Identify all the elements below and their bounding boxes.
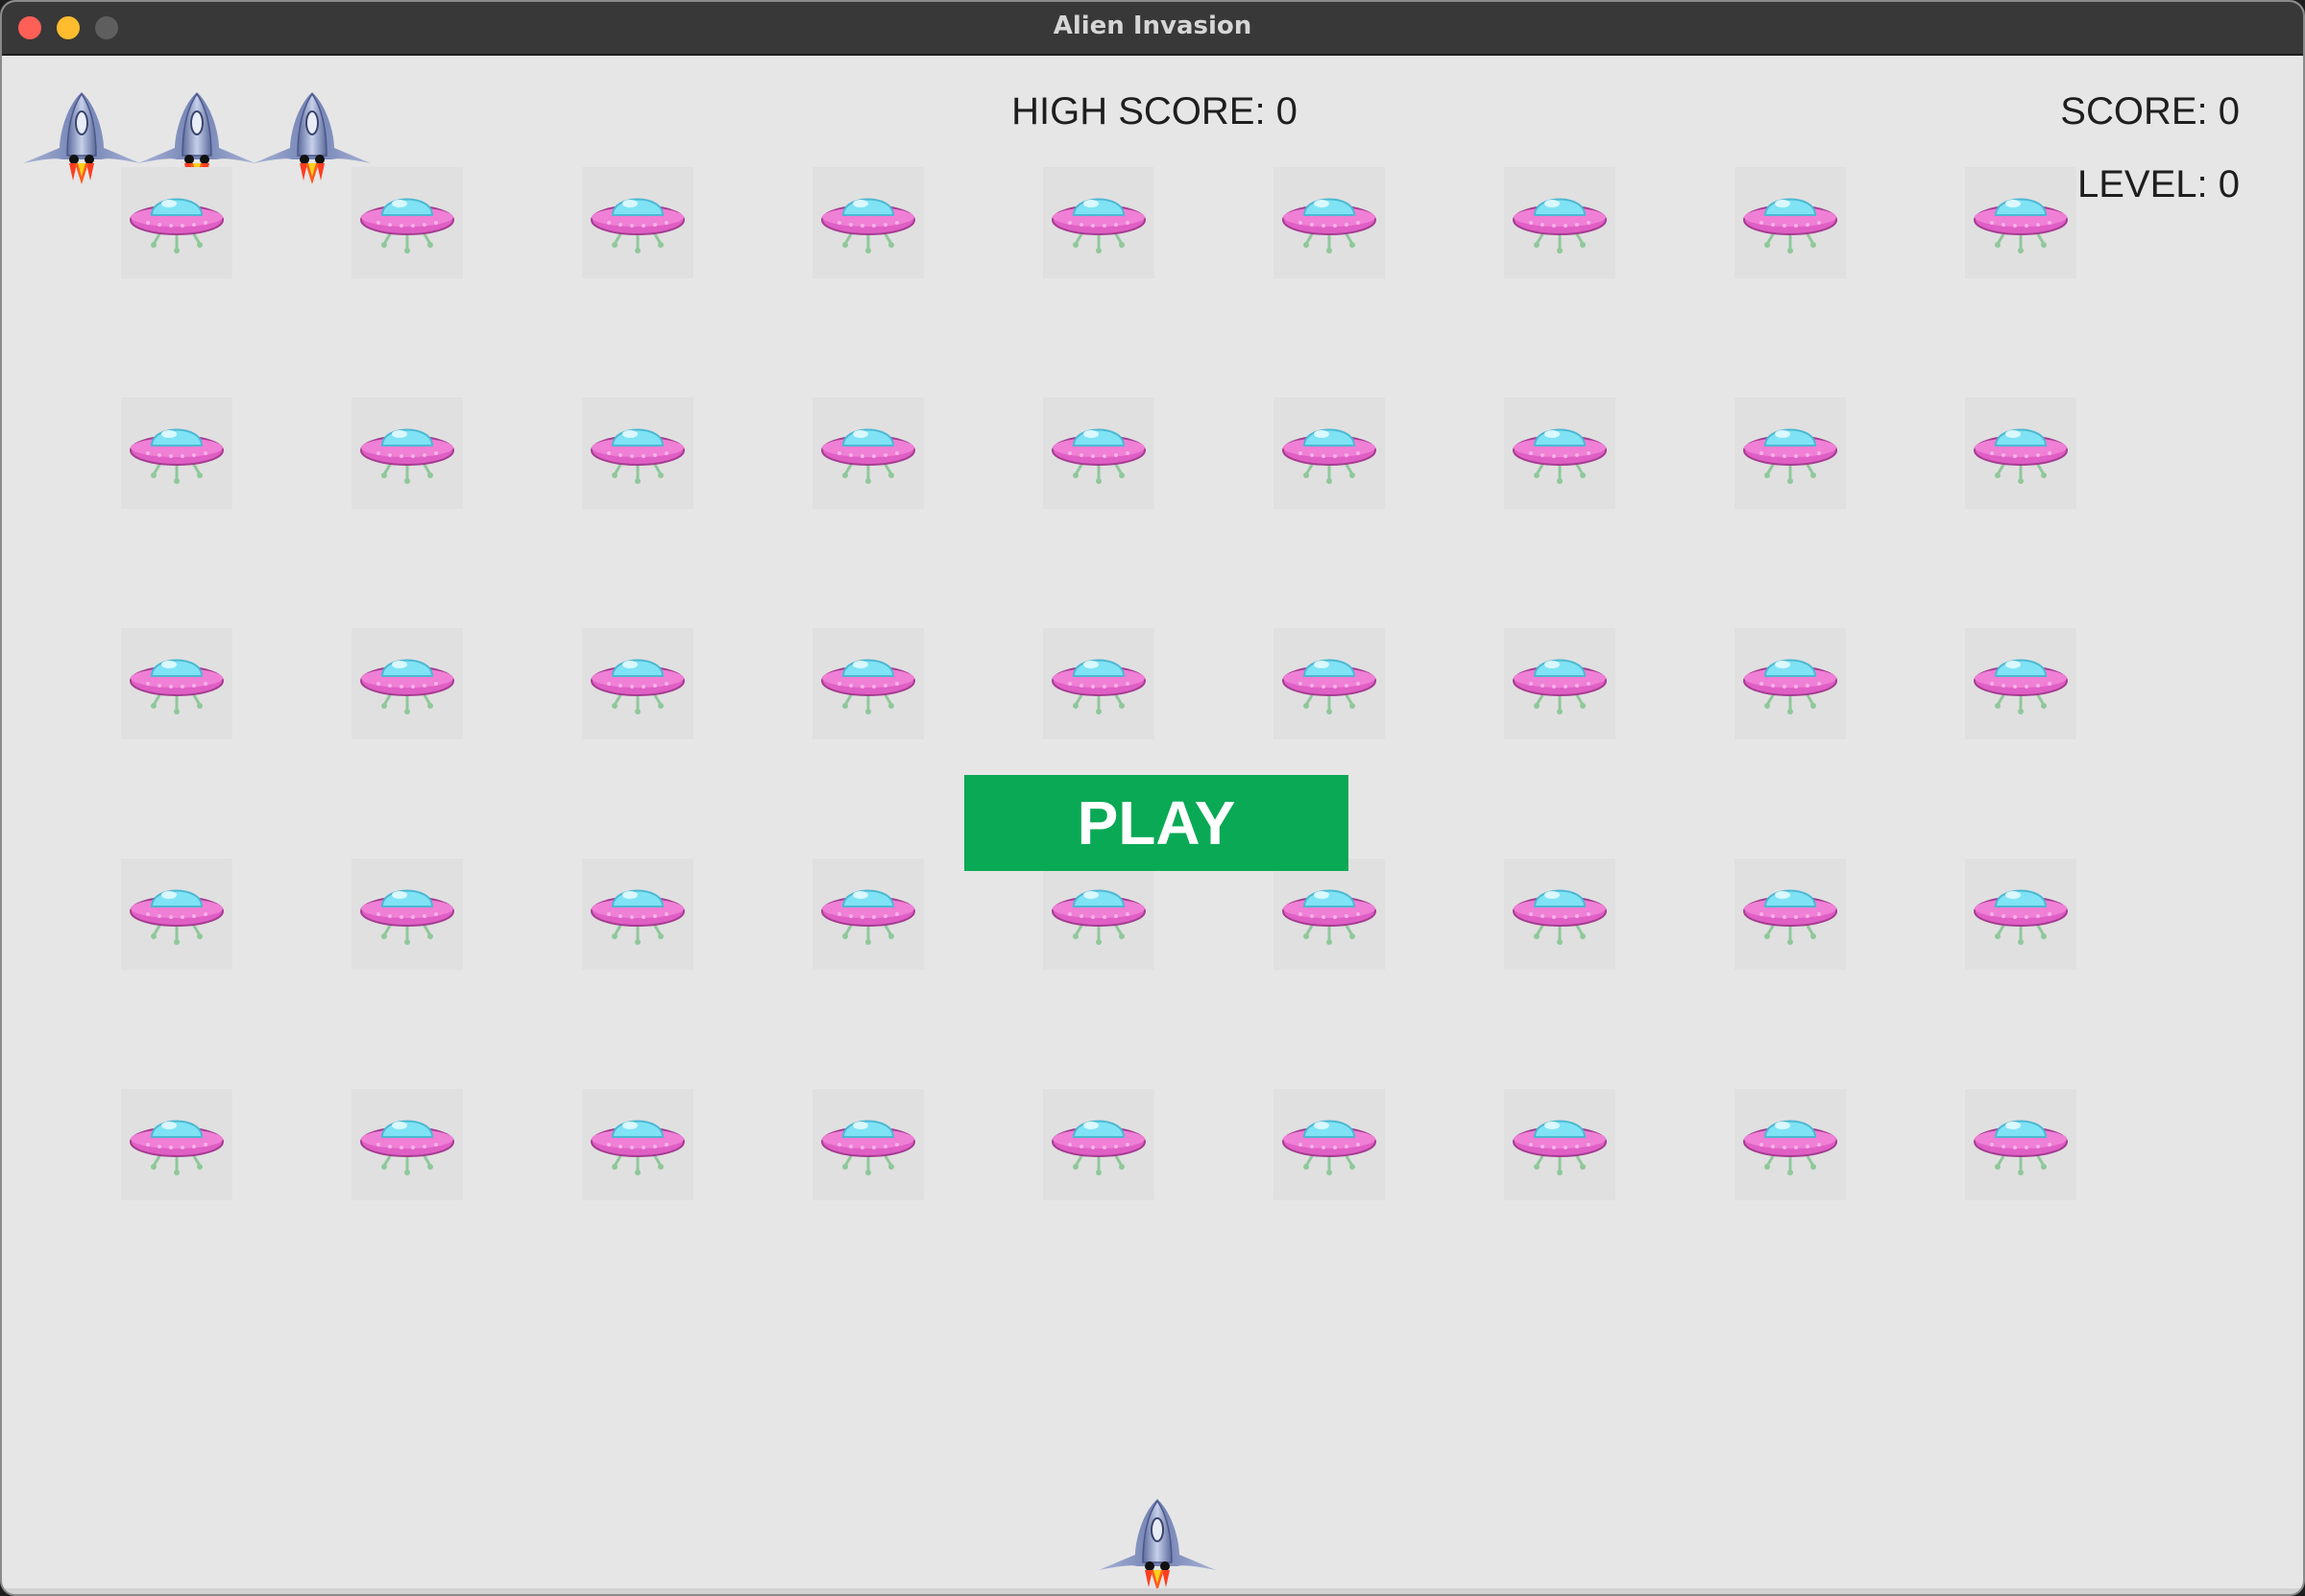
ufo-icon [352, 858, 463, 970]
ufo-icon [1043, 858, 1154, 970]
alien-ufo [813, 1089, 924, 1200]
ufo-icon [582, 628, 693, 739]
alien-ufo [1735, 398, 1846, 509]
ufo-icon [582, 1089, 693, 1200]
ufo-icon [121, 398, 232, 509]
ufo-icon [121, 167, 232, 278]
alien-ufo [1274, 1089, 1385, 1200]
ufo-icon [1043, 398, 1154, 509]
ufo-icon [1735, 167, 1846, 278]
ufo-icon [813, 858, 924, 970]
alien-ufo [1504, 628, 1615, 739]
ufo-icon [1504, 858, 1615, 970]
alien-ufo [352, 167, 463, 278]
ufo-icon [1965, 1089, 2076, 1200]
alien-ufo [813, 628, 924, 739]
ufo-icon [1735, 398, 1846, 509]
ufo-icon [1274, 1089, 1385, 1200]
alien-ufo [1274, 628, 1385, 739]
alien-ufo [1965, 1089, 2076, 1200]
ufo-icon [1735, 858, 1846, 970]
alien-ufo [1504, 1089, 1615, 1200]
alien-ufo [121, 1089, 232, 1200]
alien-ufo [1735, 1089, 1846, 1200]
ufo-icon [1735, 628, 1846, 739]
alien-ufo [1043, 1089, 1154, 1200]
alien-ufo [1274, 167, 1385, 278]
alien-ufo [352, 858, 463, 970]
ufo-icon [582, 858, 693, 970]
alien-ufo [813, 167, 924, 278]
alien-ufo [1735, 628, 1846, 739]
ufo-icon [352, 628, 463, 739]
ufo-icon [1504, 167, 1615, 278]
alien-ufo [121, 628, 232, 739]
ufo-icon [582, 167, 693, 278]
alien-ufo [1735, 858, 1846, 970]
ufo-icon [1043, 1089, 1154, 1200]
alien-ufo [1965, 628, 2076, 739]
ufo-icon [352, 167, 463, 278]
alien-ufo [352, 1089, 463, 1200]
alien-ufo [582, 1089, 693, 1200]
ufo-icon [1274, 858, 1385, 970]
ufo-icon [813, 628, 924, 739]
ufo-icon [1965, 858, 2076, 970]
alien-ufo [352, 628, 463, 739]
alien-ufo [1043, 628, 1154, 739]
alien-ufo [582, 398, 693, 509]
ufo-icon [1504, 1089, 1615, 1200]
alien-ufo [1274, 858, 1385, 970]
alien-ufo [121, 398, 232, 509]
alien-ufo [1965, 167, 2076, 278]
ufo-icon [1043, 167, 1154, 278]
ufo-icon [813, 167, 924, 278]
ufo-icon [1043, 628, 1154, 739]
ufo-icon [1965, 628, 2076, 739]
ufo-icon [121, 858, 232, 970]
alien-ufo [1504, 398, 1615, 509]
alien-ufo [582, 167, 693, 278]
play-button[interactable]: PLAY [964, 775, 1348, 871]
alien-ufo [1735, 167, 1846, 278]
alien-ufo [813, 398, 924, 509]
alien-ufo [121, 167, 232, 278]
ufo-icon [1965, 167, 2076, 278]
alien-ufo [1965, 398, 2076, 509]
alien-ufo [582, 858, 693, 970]
ufo-icon [1274, 167, 1385, 278]
alien-ufo [352, 398, 463, 509]
alien-ufo [1274, 398, 1385, 509]
ufo-icon [1504, 628, 1615, 739]
ufo-icon [121, 1089, 232, 1200]
alien-ufo [1043, 398, 1154, 509]
ufo-icon [1274, 398, 1385, 509]
alien-ufo [1965, 858, 2076, 970]
alien-ufo [1043, 858, 1154, 970]
alien-ufo [1043, 167, 1154, 278]
ufo-icon [813, 398, 924, 509]
ufo-icon [582, 398, 693, 509]
bottom-edge [2, 1588, 2303, 1594]
ufo-icon [813, 1089, 924, 1200]
ufo-icon [352, 1089, 463, 1200]
alien-ufo [582, 628, 693, 739]
ufo-icon [1274, 628, 1385, 739]
alien-ufo [121, 858, 232, 970]
player-ship-icon [1097, 1495, 1218, 1591]
ufo-icon [1735, 1089, 1846, 1200]
ufo-icon [1504, 398, 1615, 509]
ufo-icon [1965, 398, 2076, 509]
alien-ufo [813, 858, 924, 970]
alien-ufo [1504, 858, 1615, 970]
ufo-icon [121, 628, 232, 739]
game-window: Alien Invasion HIGH SCORE: 0 SCORE: 0 LE… [0, 0, 2305, 1596]
ufo-icon [352, 398, 463, 509]
alien-ufo [1504, 167, 1615, 278]
